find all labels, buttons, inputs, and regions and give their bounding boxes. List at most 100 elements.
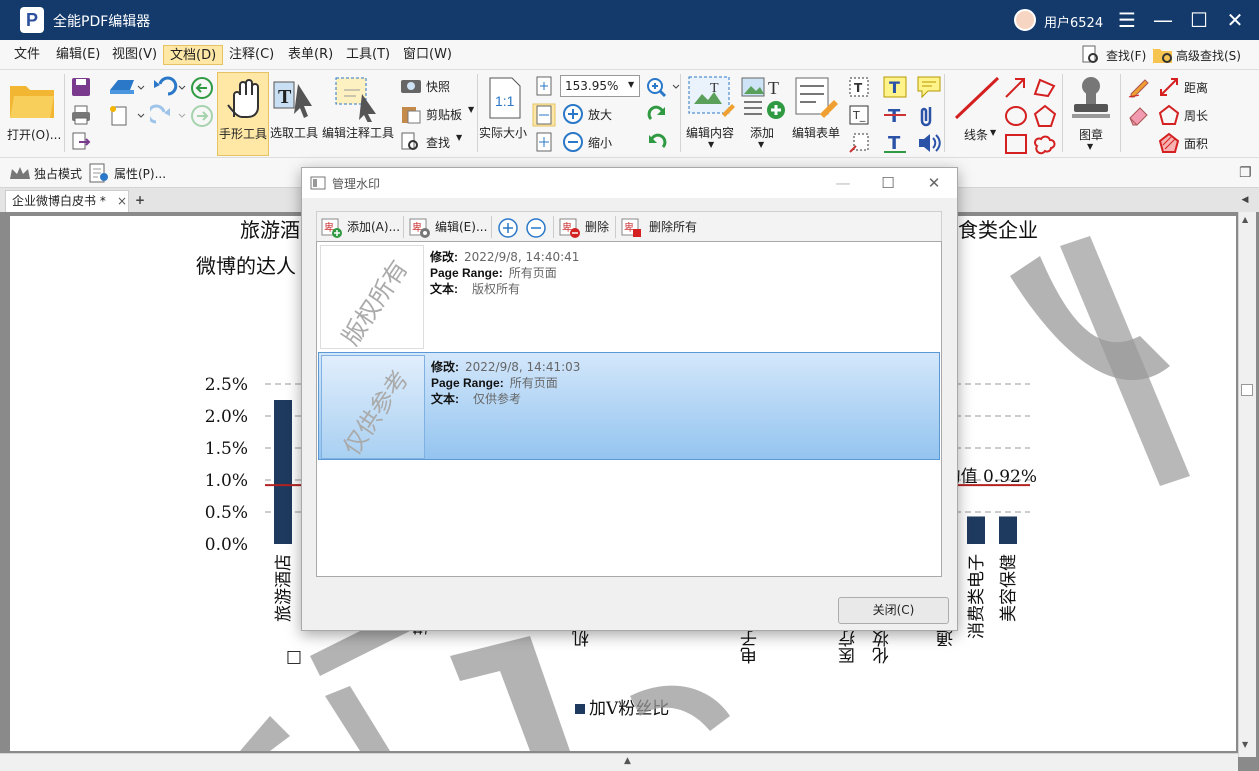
edit-form-button[interactable]: 编辑表单 (790, 74, 844, 154)
edit-annotation-tool-button[interactable]: 编辑注释工具 (322, 76, 398, 152)
ellipse-icon[interactable] (1003, 104, 1029, 128)
watermark-toolbar: 卑 添加(A)... 卑 编辑(E)... 卑 删除 卑 删除所有 (316, 211, 942, 241)
print-icon[interactable] (70, 104, 92, 126)
zoom-select[interactable]: 153.95% ▼ (560, 75, 640, 97)
bar (999, 516, 1017, 544)
snapshot-button[interactable]: 快照 (400, 76, 475, 96)
menu-view[interactable]: 视图(V) (106, 45, 163, 65)
watermark-item[interactable]: 版权所有 修改: 2022/9/8, 14:40:41 Page Range: 所有… (318, 243, 940, 351)
ribbon-toolbar: 打开(O)... 手形工具 T 选取工具 编辑注释工具 快照 剪贴板 ▼ 查找 … (0, 70, 1259, 158)
textbox-icon[interactable]: T_ (848, 104, 870, 126)
menu-document[interactable]: 文档(D) (163, 45, 224, 65)
watermark-item-selected[interactable]: 仅供参考 修改: 2022/9/8, 14:41:03 Page Range: 所有… (318, 352, 940, 460)
zoom-out-button[interactable]: 缩小 (562, 131, 622, 153)
scroll-down-icon[interactable]: ▼ (1242, 740, 1248, 749)
stamp-button[interactable]: 图章 ▼ (1066, 74, 1116, 154)
dialog-minimize-button[interactable]: — (832, 172, 854, 194)
actual-size-button[interactable]: 1:1 实际大小 (479, 76, 531, 152)
new-tab-button[interactable]: + (132, 192, 148, 208)
edit-content-button[interactable]: T 编辑内容 ▼ (684, 74, 740, 154)
user-name[interactable]: 用户6524 (1044, 12, 1103, 31)
fit-width-icon[interactable] (532, 103, 556, 127)
distance-icon (1160, 78, 1178, 96)
document-tab[interactable]: 企业微博白皮书 * × (5, 190, 129, 212)
plus-circle-icon (563, 104, 583, 124)
attachment-icon[interactable] (916, 103, 942, 127)
select-tool-button[interactable]: T 选取工具 (270, 76, 322, 152)
perimeter-button[interactable]: 周长 (1158, 104, 1218, 126)
export-icon[interactable] (70, 132, 100, 152)
strikethrough-icon[interactable]: T (882, 103, 908, 127)
eraser-icon[interactable] (1127, 104, 1151, 126)
forward-icon[interactable] (190, 104, 214, 128)
minimize-button[interactable]: — (1151, 8, 1175, 32)
svg-text:T: T (278, 86, 292, 108)
back-icon[interactable] (190, 76, 214, 100)
menu-comment[interactable]: 注释(C) (223, 45, 280, 65)
zoom-in-button[interactable]: 放大 (562, 103, 622, 125)
open-button[interactable]: 打开(O)... (4, 76, 62, 152)
rotate-clockwise-icon[interactable] (645, 103, 669, 127)
dropdown-arrow-icon: ▼ (990, 128, 997, 137)
distance-button[interactable]: 距离 (1158, 76, 1218, 98)
document-tab-title: 企业微博白皮书 * (12, 194, 106, 208)
move-up-plus-icon[interactable] (497, 217, 519, 239)
scrollbar-thumb[interactable] (1241, 384, 1253, 396)
menu-window[interactable]: 窗口(W) (397, 45, 458, 65)
user-avatar[interactable] (1014, 9, 1036, 31)
menu-form[interactable]: 表单(R) (282, 45, 339, 65)
arrow-icon[interactable] (1003, 76, 1029, 100)
rotate-counterclockwise-icon[interactable] (645, 131, 669, 155)
find-tool-button[interactable]: 查找 ▼ (400, 132, 475, 152)
cloud-icon[interactable] (1032, 132, 1058, 156)
menu-tools[interactable]: 工具(T) (340, 45, 396, 65)
scan-icon[interactable] (108, 76, 146, 98)
clipboard-button[interactable]: 剪贴板 ▼ (400, 104, 475, 124)
hamburger-menu-icon[interactable]: ☰ (1115, 8, 1139, 32)
watermark-details: 修改: 2022/9/8, 14:40:41 Page Range: 所有页面 文本… (430, 250, 580, 296)
close-window-button[interactable]: ✕ (1223, 8, 1247, 32)
menu-file[interactable]: 文件 (8, 45, 46, 65)
polygon-icon[interactable] (1032, 104, 1058, 128)
redo-icon[interactable] (150, 104, 188, 128)
expand-panel-icon[interactable]: ▲ (624, 756, 631, 766)
text-field-icon[interactable]: T (848, 76, 870, 98)
select-text-icon: T (273, 81, 312, 118)
tab-scroll-left-icon[interactable]: ◀ (1238, 193, 1252, 207)
svg-text:T: T (710, 81, 719, 96)
menu-edit[interactable]: 编辑(E) (50, 45, 106, 65)
zoom-in-magnifier-icon[interactable] (645, 76, 681, 98)
dialog-close-action-button[interactable]: 关闭(C) (838, 597, 949, 624)
new-document-icon[interactable] (108, 104, 146, 128)
fit-page-icon[interactable] (534, 76, 554, 96)
properties-icon (89, 163, 108, 183)
ribbon-collapse-icon[interactable]: ❐ (1239, 165, 1252, 181)
dialog-maximize-button[interactable]: ☐ (877, 172, 899, 194)
polyline-icon[interactable] (1032, 76, 1058, 100)
save-icon[interactable] (70, 76, 92, 98)
watermark-thumbnail: 版权所有 (320, 245, 424, 349)
undo-icon[interactable] (150, 76, 188, 100)
fit-visible-icon[interactable] (534, 132, 554, 152)
dialog-close-button[interactable]: ✕ (923, 172, 945, 194)
dropdown-arrow-icon: ▼ (758, 140, 765, 149)
underline-icon[interactable]: T (882, 131, 908, 155)
sound-icon[interactable] (916, 131, 942, 155)
scroll-up-icon[interactable]: ▲ (1242, 215, 1248, 224)
note-icon[interactable] (916, 75, 942, 99)
move-down-minus-icon[interactable] (525, 217, 547, 239)
lines-button[interactable]: 线条 ▼ (950, 74, 1002, 154)
vertical-scrollbar[interactable]: ▲ ▼ (1238, 212, 1256, 757)
maximize-button[interactable]: ☐ (1187, 8, 1211, 32)
typewriter-text-icon[interactable]: T (882, 75, 908, 99)
add-button[interactable]: T 添加 ▼ (740, 74, 788, 154)
edit-form-icon (795, 77, 838, 118)
area-button[interactable]: 面积 (1158, 132, 1218, 154)
watermark-list[interactable]: 版权所有 修改: 2022/9/8, 14:40:41 Page Range: 所有… (316, 241, 942, 577)
rectangle-icon[interactable] (1003, 132, 1029, 156)
hand-tool-button[interactable]: 手形工具 (217, 72, 269, 156)
close-tab-icon[interactable]: × (117, 191, 127, 211)
pencil-icon[interactable] (1127, 76, 1151, 98)
perimeter-icon (1158, 104, 1180, 125)
callout-icon[interactable] (848, 132, 870, 154)
